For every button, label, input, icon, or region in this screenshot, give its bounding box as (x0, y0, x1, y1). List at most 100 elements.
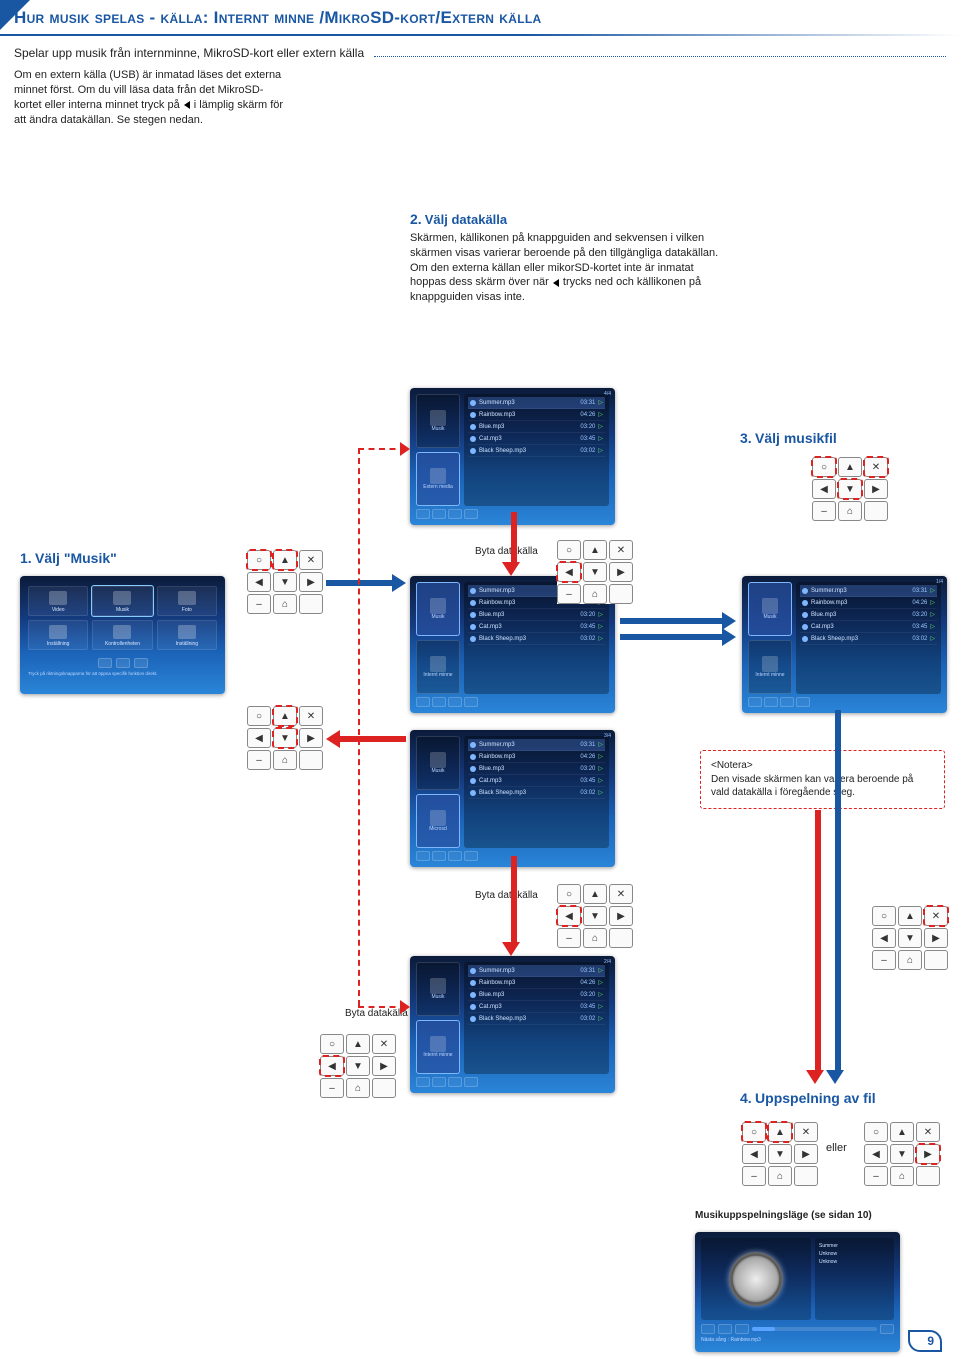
keypad-button: ✕ (794, 1122, 818, 1142)
keypad-button: ✕ (609, 884, 633, 904)
keypad-button: ▲ (583, 884, 607, 904)
keypad-button: ▼ (898, 928, 922, 948)
keypad-button: ◀ (742, 1144, 766, 1164)
note-tag: <Notera> (711, 759, 934, 773)
track-row: Black Sheep.mp303:02▷ (468, 633, 605, 645)
play-metadata: SummerUnknowUnknow (815, 1238, 894, 1320)
keypad-button: ⌂ (346, 1078, 370, 1098)
list-screen-step3: 1/4 Musik Internt minne Summer.mp303:31▷… (742, 576, 947, 713)
keypad-button: ▲ (838, 457, 862, 477)
home-screen: Video Musik Foto Inställning Kontrollenh… (20, 576, 225, 694)
keypad-button (864, 501, 888, 521)
side-internal: Internt minne (416, 640, 460, 694)
dashed-path (358, 448, 360, 1006)
track-row: Rainbow.mp304:26▷ (468, 409, 605, 421)
home-tile-photo: Foto (157, 586, 217, 616)
eller-label: eller (826, 1142, 847, 1154)
side-external: Extern media (416, 452, 460, 506)
track-row: Rainbow.mp304:26▷ (800, 597, 937, 609)
keypad-button (916, 1166, 940, 1186)
cd-graphic (701, 1238, 811, 1320)
intro-paragraph: Om en extern källa (USB) är inmatad läse… (0, 68, 300, 137)
arrow-right (620, 630, 736, 644)
track-row: Blue.mp303:20▷ (468, 989, 605, 1001)
keypad-button: ▶ (299, 572, 323, 592)
keypad-button: ▲ (273, 550, 297, 570)
track-row: Cat.mp303:45▷ (468, 775, 605, 787)
track-row: Blue.mp303:20▷ (468, 609, 605, 621)
track-row: Cat.mp303:45▷ (800, 621, 937, 633)
keypad-button: ▶ (372, 1056, 396, 1076)
next-track-label: Nästa sång : Rainbow.mp3 (701, 1337, 894, 1343)
step-4-number: 4. (740, 1090, 752, 1106)
arrow-right (326, 576, 406, 590)
keypad-step1-b: ○▲✕◀▼▶–⌂ (245, 704, 325, 772)
keypad-button: ▼ (583, 906, 607, 926)
list-screen-microsd: 3/4 Musik Microsd Summer.mp303:31▷Rainbo… (410, 730, 615, 867)
screen-counter: 1/4 (936, 579, 943, 585)
keypad-button (299, 594, 323, 614)
keypad-button: ✕ (864, 457, 888, 477)
keypad-button: ○ (247, 550, 271, 570)
keypad-button: ▶ (609, 562, 633, 582)
keypad-button: – (742, 1166, 766, 1186)
track-row: Blue.mp303:20▷ (468, 421, 605, 433)
page-number: 9 (908, 1330, 942, 1352)
keypad-button: ⌂ (583, 928, 607, 948)
keypad-button: ▲ (346, 1034, 370, 1054)
keypad-button: ◀ (872, 928, 896, 948)
track-row: Summer.mp303:31▷ (468, 739, 605, 751)
byta-label-2: Byta datakälla (475, 890, 538, 901)
left-arrow-icon (184, 101, 190, 109)
keypad-button: ○ (812, 457, 836, 477)
track-row: Summer.mp303:31▷ (800, 585, 937, 597)
home-tile-video: Video (28, 586, 88, 616)
keypad-button: ▲ (890, 1122, 914, 1142)
keypad-button: – (864, 1166, 888, 1186)
keypad-byta-2: ○▲✕◀▼▶–⌂ (555, 882, 635, 950)
keypad-button: – (247, 594, 271, 614)
list-screen-internal: 2/4 Musik Internt minne Summer.mp303:31▷… (410, 956, 615, 1093)
track-row: Blue.mp303:20▷ (800, 609, 937, 621)
side-internal: Internt minne (416, 1020, 460, 1074)
keypad-step1-a: ○▲✕◀▼▶–⌂ (245, 548, 325, 616)
step-4-title: Uppspelning av fil (755, 1090, 876, 1106)
track-row: Cat.mp303:45▷ (468, 433, 605, 445)
side-music: Musik (416, 736, 460, 790)
keypad-button: ▶ (299, 728, 323, 748)
keypad-button: ▲ (273, 706, 297, 726)
track-row: Black Sheep.mp303:02▷ (468, 1013, 605, 1025)
arrow-down (812, 810, 824, 1084)
step-3-title: Välj musikfil (755, 430, 837, 446)
keypad-button: ◀ (557, 906, 581, 926)
step-2-title: Välj datakälla (425, 212, 507, 227)
step-1-number: 1. (20, 550, 32, 566)
keypad-button: – (557, 584, 581, 604)
keypad-button: ⌂ (898, 950, 922, 970)
side-music: Musik (416, 394, 460, 448)
keypad-button: ▶ (924, 928, 948, 948)
track-row: Black Sheep.mp303:02▷ (468, 787, 605, 799)
keypad-button: ○ (557, 884, 581, 904)
keypad-button: ▼ (890, 1144, 914, 1164)
screen-counter: 2/4 (604, 959, 611, 965)
keypad-button (609, 928, 633, 948)
keypad-button: ▼ (583, 562, 607, 582)
arrow-left (326, 732, 406, 746)
keypad-button: ▶ (916, 1144, 940, 1164)
screen-counter: 4/4 (604, 391, 611, 397)
keypad-button: – (872, 950, 896, 970)
keypad-step3: ○▲✕◀▼▶–⌂ (810, 455, 890, 523)
keypad-button: ✕ (299, 706, 323, 726)
track-row: Black Sheep.mp303:02▷ (468, 445, 605, 457)
keypad-button: ○ (742, 1122, 766, 1142)
title-rule (0, 34, 960, 36)
dashed-arrowhead (400, 1000, 410, 1014)
keypad-button: ⌂ (273, 750, 297, 770)
note-body: Den visade skärmen kan variera beroende … (711, 773, 934, 800)
dotted-leader (374, 49, 946, 57)
keypad-button: ◀ (247, 728, 271, 748)
home-tile-settings: Inställning (28, 620, 88, 650)
step-2-block: 2. Välj datakälla Skärmen, källikonen på… (410, 210, 720, 305)
keypad-step4-a: ○▲✕◀▼▶–⌂ (740, 1120, 820, 1188)
